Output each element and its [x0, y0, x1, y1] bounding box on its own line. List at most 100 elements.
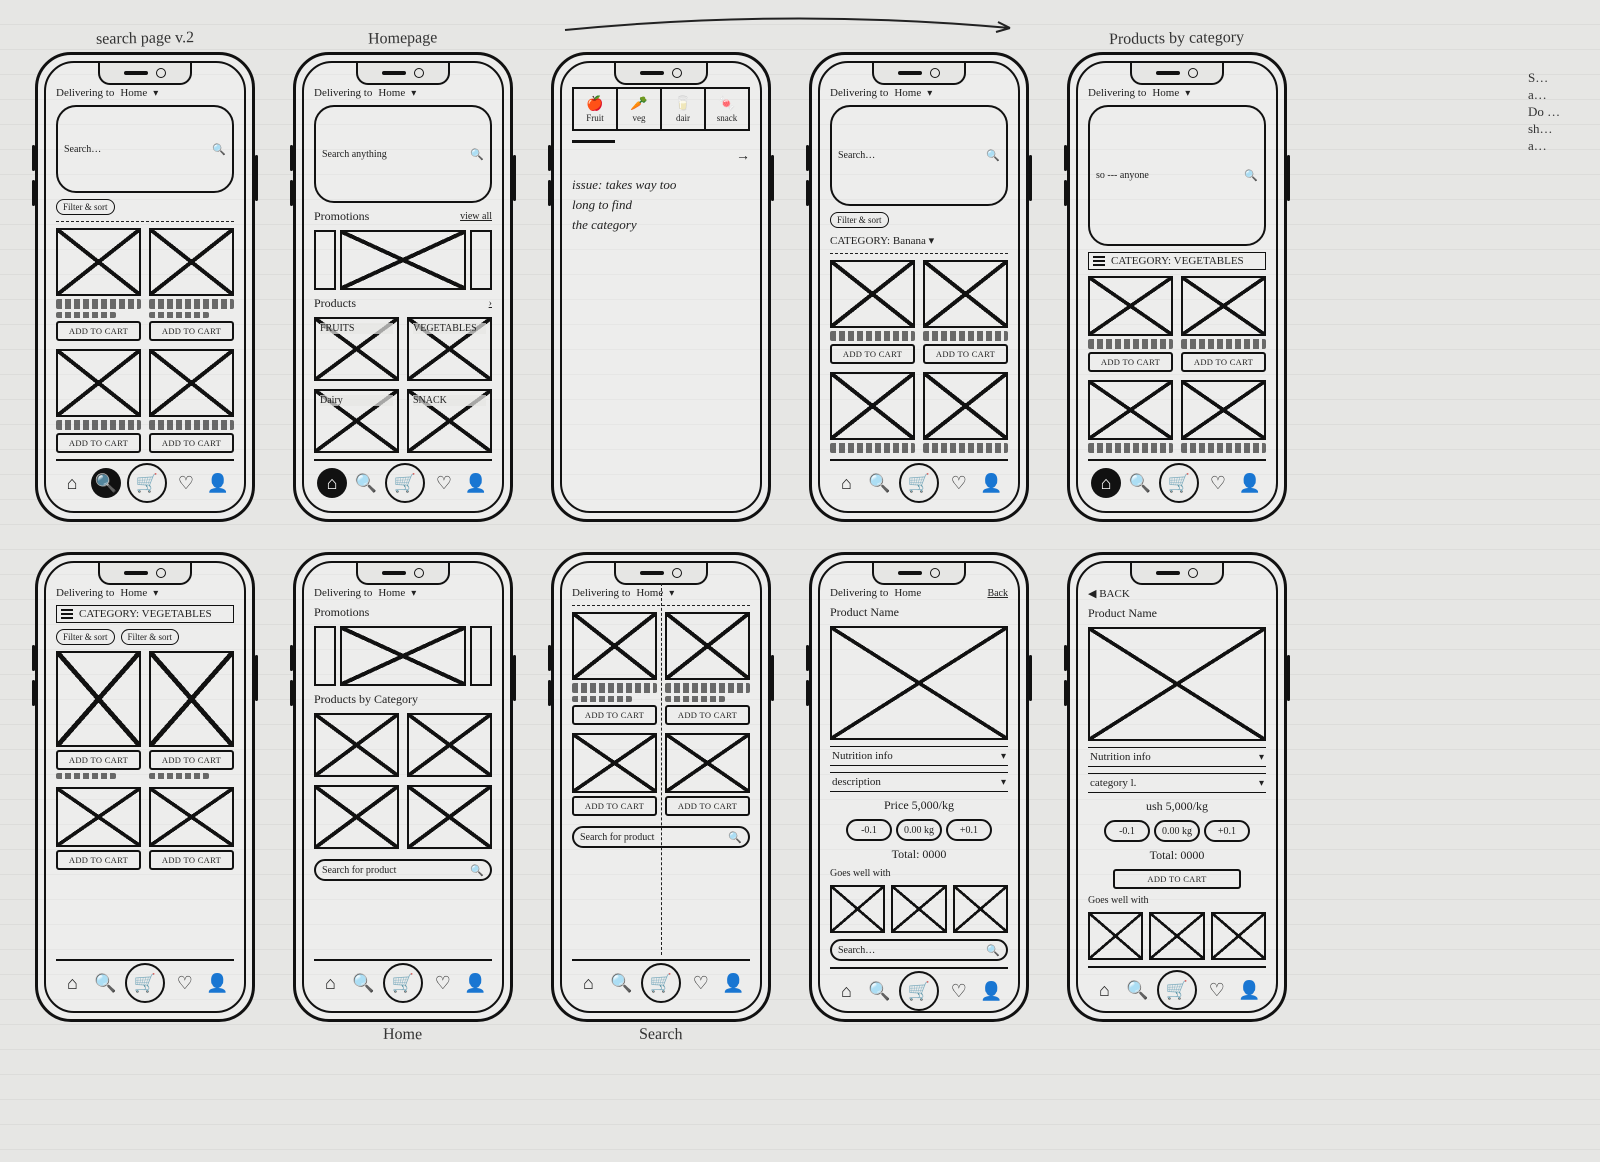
- tab-home[interactable]: ⌂: [833, 470, 859, 496]
- tab-favorites[interactable]: ♡: [431, 470, 457, 496]
- add-to-cart-button[interactable]: ADD TO CART: [56, 433, 141, 453]
- add-to-cart-button[interactable]: ADD TO CART: [56, 750, 141, 770]
- tab-search[interactable]: 🔍: [350, 970, 376, 996]
- tab-cart[interactable]: 🛒: [1157, 970, 1197, 1010]
- tab-home[interactable]: ⌂: [1091, 468, 1121, 498]
- tab-profile[interactable]: 👤: [1237, 470, 1263, 496]
- delivery-header[interactable]: Delivering to Home ▾: [830, 87, 1008, 99]
- tab-profile[interactable]: 👤: [463, 470, 489, 496]
- search-input[interactable]: Search anything 🔍: [314, 105, 492, 203]
- tab-favorites[interactable]: ♡: [173, 470, 199, 496]
- tab-profile[interactable]: 👤: [205, 470, 231, 496]
- add-to-cart-button[interactable]: ADD TO CART: [830, 344, 915, 364]
- product-card[interactable]: ADD TO CART: [149, 787, 234, 870]
- tab-search[interactable]: 🔍: [866, 978, 892, 1004]
- related-scroll[interactable]: [1088, 912, 1266, 960]
- related-scroll[interactable]: [830, 885, 1008, 933]
- delivery-header[interactable]: Delivering toHome▾: [56, 587, 234, 599]
- tab-favorites[interactable]: ♡: [1204, 977, 1230, 1003]
- add-to-cart-button[interactable]: ADD TO CART: [572, 796, 657, 816]
- tab-home[interactable]: ⌂: [833, 978, 859, 1004]
- tab-profile[interactable]: 👤: [463, 970, 489, 996]
- tab-profile[interactable]: 👤: [205, 970, 231, 996]
- back-link[interactable]: Back: [987, 588, 1008, 599]
- tab-profile[interactable]: 👤: [721, 970, 747, 996]
- category-bar[interactable]: CATEGORY: VEGETABLES: [56, 605, 234, 623]
- tab-favorites[interactable]: ♡: [172, 970, 198, 996]
- add-to-cart-button[interactable]: ADD TO CART: [923, 344, 1008, 364]
- category-tile[interactable]: VEGETABLES: [407, 317, 492, 381]
- product-card[interactable]: ADD TO CART: [1088, 276, 1173, 372]
- tab-profile[interactable]: 👤: [1237, 977, 1263, 1003]
- category-tile[interactable]: Dairy: [314, 389, 399, 453]
- category-tile[interactable]: FRUITS: [314, 317, 399, 381]
- delivery-header[interactable]: Delivering toHome▾: [314, 587, 492, 599]
- tab-home[interactable]: ⌂: [317, 468, 347, 498]
- category-tile[interactable]: SNACK: [407, 389, 492, 453]
- nutrition-accordion[interactable]: Nutrition info▾: [830, 746, 1008, 766]
- filter-chip[interactable]: Filter & sort: [56, 199, 115, 215]
- product-card[interactable]: ADD TO CART: [149, 651, 234, 779]
- tab-search[interactable]: 🔍: [1127, 470, 1153, 496]
- product-card[interactable]: ADD TO CART: [923, 260, 1008, 364]
- tab-home[interactable]: ⌂: [317, 970, 343, 996]
- add-to-cart-button[interactable]: ADD TO CART: [149, 750, 234, 770]
- stepper-minus-button[interactable]: -0.1: [846, 819, 892, 841]
- product-card[interactable]: ADD TO CART: [665, 612, 750, 725]
- stepper-plus-button[interactable]: +0.1: [946, 819, 992, 841]
- tab-search[interactable]: 🔍: [866, 470, 892, 496]
- tab-cart[interactable]: 🛒: [899, 463, 939, 503]
- tab-snack[interactable]: 🍬snack: [706, 89, 748, 129]
- product-card[interactable]: ADD TO CART: [830, 260, 915, 364]
- product-card[interactable]: [830, 372, 915, 453]
- tab-profile[interactable]: 👤: [979, 978, 1005, 1004]
- search-input[interactable]: so --- anyone🔍: [1088, 105, 1266, 246]
- filter-chip[interactable]: Filter & sort: [56, 629, 115, 645]
- promo-carousel[interactable]: [314, 230, 492, 290]
- product-card[interactable]: ADD TO CART: [149, 228, 234, 341]
- category-dropdown[interactable]: CATEGORY: Banana ▾: [830, 234, 1008, 247]
- add-to-cart-button[interactable]: ADD TO CART: [149, 321, 234, 341]
- tab-home[interactable]: ⌂: [1091, 977, 1117, 1003]
- tab-search[interactable]: 🔍: [91, 468, 121, 498]
- tab-cart[interactable]: 🛒: [899, 971, 939, 1011]
- add-to-cart-button[interactable]: ADD TO CART: [1113, 869, 1242, 889]
- add-to-cart-button[interactable]: ADD TO CART: [149, 433, 234, 453]
- tab-home[interactable]: ⌂: [59, 470, 85, 496]
- add-to-cart-button[interactable]: ADD TO CART: [149, 850, 234, 870]
- filter-chip[interactable]: Filter & sort: [121, 629, 180, 645]
- tab-cart[interactable]: 🛒: [127, 463, 167, 503]
- tab-home[interactable]: ⌂: [59, 970, 85, 996]
- delivery-header[interactable]: Delivering to Home ▾: [56, 87, 234, 99]
- tab-favorites[interactable]: ♡: [1205, 470, 1231, 496]
- tab-cart[interactable]: 🛒: [125, 963, 165, 1003]
- tab-cart[interactable]: 🛒: [383, 963, 423, 1003]
- tab-cart[interactable]: 🛒: [1159, 463, 1199, 503]
- product-card[interactable]: ADD TO CART: [665, 733, 750, 816]
- search-input[interactable]: Search…🔍: [830, 939, 1008, 961]
- delivery-header[interactable]: Delivering to Home ▾: [1088, 87, 1266, 99]
- category-accordion[interactable]: category l.▾: [1088, 773, 1266, 793]
- tab-cart[interactable]: 🛒: [641, 963, 681, 1003]
- search-input[interactable]: Search for product🔍: [314, 859, 492, 881]
- view-all-link[interactable]: view all: [460, 211, 492, 222]
- tab-search[interactable]: 🔍: [353, 470, 379, 496]
- add-to-cart-button[interactable]: ADD TO CART: [572, 705, 657, 725]
- tab-favorites[interactable]: ♡: [688, 970, 714, 996]
- add-to-cart-button[interactable]: ADD TO CART: [56, 850, 141, 870]
- add-to-cart-button[interactable]: ADD TO CART: [1181, 352, 1266, 372]
- product-card[interactable]: [1181, 380, 1266, 453]
- delivery-header[interactable]: Delivering toHomeBack: [830, 587, 1008, 599]
- add-to-cart-button[interactable]: ADD TO CART: [56, 321, 141, 341]
- stepper-minus-button[interactable]: -0.1: [1104, 820, 1150, 842]
- category-tile[interactable]: [314, 713, 399, 777]
- tab-favorites[interactable]: ♡: [946, 978, 972, 1004]
- tab-veg[interactable]: 🥕veg: [618, 89, 662, 129]
- tab-home[interactable]: ⌂: [575, 970, 601, 996]
- tab-fruit[interactable]: 🍎Fruit: [574, 89, 618, 129]
- stepper-plus-button[interactable]: +0.1: [1204, 820, 1250, 842]
- add-to-cart-button[interactable]: ADD TO CART: [665, 705, 750, 725]
- product-card[interactable]: [923, 372, 1008, 453]
- category-tile[interactable]: [314, 785, 399, 849]
- category-tile[interactable]: [407, 785, 492, 849]
